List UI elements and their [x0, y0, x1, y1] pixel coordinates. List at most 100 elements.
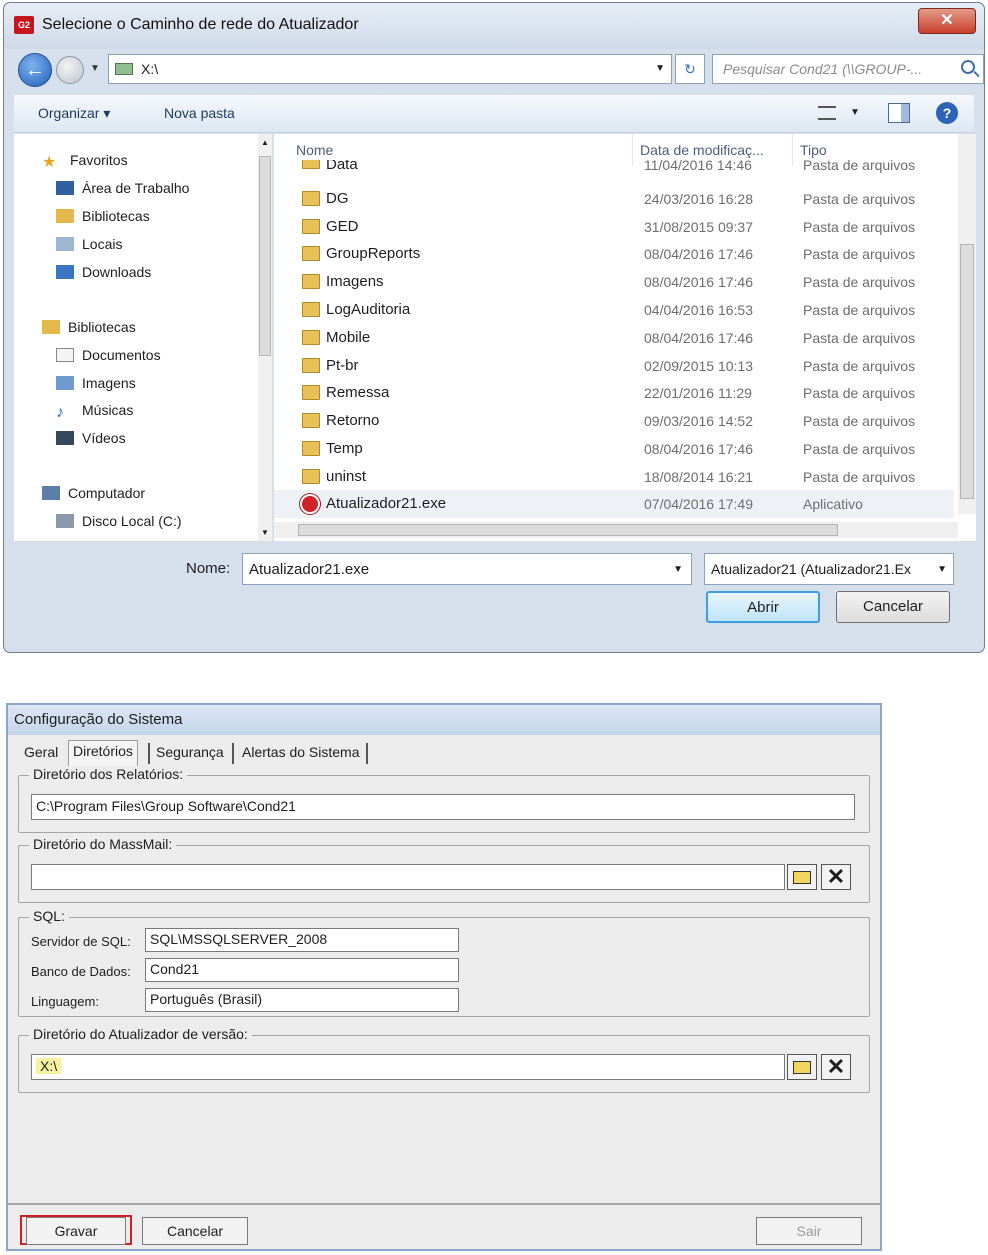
language-input[interactable]: Português (Brasil) — [145, 988, 459, 1012]
command-toolbar: Organizar ▾ Nova pasta ▼ ? — [14, 95, 974, 133]
table-row-selected[interactable]: Atualizador21.exe 07/04/2016 17:49 Aplicat… — [274, 490, 954, 518]
clear-button[interactable]: ✕ — [821, 1054, 851, 1080]
exit-button[interactable]: Sair — [756, 1217, 862, 1245]
reports-directory-input[interactable]: C:\Program Files\Group Software\Cond21 — [31, 794, 855, 820]
nav-local-disk[interactable]: Disco Local (C:) — [56, 513, 182, 537]
scroll-up-icon[interactable]: ▲ — [261, 138, 269, 147]
file-date: 11/04/2016 14:46 — [644, 160, 752, 173]
nav-documents[interactable]: Documentos — [56, 347, 161, 371]
nav-libraries[interactable]: Bibliotecas — [42, 319, 136, 343]
search-input[interactable]: Pesquisar Cond21 (\\GROUP-... — [712, 54, 984, 84]
file-type: Pasta de arquivos — [803, 274, 916, 290]
tab-diretorios[interactable]: Diretórios — [68, 740, 138, 766]
sql-server-label: Servidor de SQL: — [31, 934, 131, 949]
scroll-thumb[interactable] — [259, 156, 271, 356]
nav-libraries-fav[interactable]: Bibliotecas — [56, 208, 150, 232]
organize-menu[interactable]: Organizar ▾ — [38, 105, 110, 122]
nav-label: Área de Trabalho — [82, 180, 190, 196]
chevron-down-icon[interactable]: ▼ — [673, 564, 683, 575]
scroll-thumb[interactable] — [298, 524, 838, 536]
history-dropdown-icon[interactable]: ▼ — [90, 63, 100, 74]
table-row[interactable]: Remessa 22/01/2016 11:29 Pasta de arquivos — [274, 379, 954, 407]
file-type: Aplicativo — [803, 496, 863, 512]
nav-downloads[interactable]: Downloads — [56, 264, 151, 288]
updater-directory-input[interactable]: X:\ — [31, 1054, 785, 1080]
tab-divider — [232, 743, 234, 764]
preview-pane-icon[interactable] — [888, 103, 910, 123]
database-input[interactable]: Cond21 — [145, 958, 459, 982]
file-type: Pasta de arquivos — [803, 302, 916, 318]
tab-geral[interactable]: Geral — [20, 742, 62, 764]
back-button[interactable]: ← — [18, 53, 52, 87]
browse-folder-button[interactable] — [787, 864, 817, 890]
browse-folder-button[interactable] — [787, 1054, 817, 1080]
nav-music[interactable]: ♪ Músicas — [56, 402, 133, 426]
help-icon[interactable]: ? — [936, 102, 958, 124]
views-dropdown-icon[interactable]: ▼ — [850, 107, 860, 118]
file-type-filter[interactable]: Atualizador21 (Atualizador21.Ex ▼ — [704, 553, 954, 585]
file-date: 08/04/2016 17:46 — [644, 274, 753, 290]
massmail-directory-input[interactable] — [31, 864, 785, 890]
chevron-down-icon[interactable]: ▼ — [655, 63, 665, 74]
nav-favorites[interactable]: ★ Favoritos — [42, 152, 128, 176]
file-name: uninst — [326, 468, 367, 485]
cancel-button[interactable]: Cancelar — [142, 1217, 248, 1245]
nav-videos[interactable]: Vídeos — [56, 430, 126, 454]
reports-directory-label: Diretório dos Relatórios: — [29, 766, 188, 782]
nav-label: Vídeos — [82, 430, 126, 446]
file-name: DG — [326, 190, 349, 207]
save-button[interactable]: Gravar — [26, 1217, 126, 1245]
file-date: 24/03/2016 16:28 — [644, 191, 753, 207]
open-button[interactable]: Abrir — [706, 591, 820, 623]
table-row[interactable]: Retorno 09/03/2016 14:52 Pasta de arquivos — [274, 407, 954, 435]
table-row[interactable]: LogAuditoria 04/04/2016 16:53 Pasta de arq… — [274, 296, 954, 324]
column-header-type[interactable]: Tipo — [800, 142, 827, 158]
clear-button[interactable]: ✕ — [821, 864, 851, 890]
forward-button[interactable] — [56, 56, 84, 84]
file-type: Pasta de arquivos — [803, 469, 916, 485]
chevron-down-icon[interactable]: ▼ — [937, 564, 947, 575]
tab-divider — [148, 743, 150, 764]
new-folder-button[interactable]: Nova pasta — [164, 105, 235, 121]
title-bar: G2 Selecione o Caminho de rede do Atuali… — [4, 3, 984, 49]
cancel-button[interactable]: Cancelar — [836, 591, 950, 623]
table-row[interactable]: GroupReports 08/04/2016 17:46 Pasta de arq… — [274, 240, 954, 268]
nav-scrollbar[interactable]: ▲ ▼ — [258, 134, 272, 541]
desktop-icon — [56, 181, 74, 195]
file-name-input[interactable]: Atualizador21.exe ▼ — [242, 553, 692, 585]
address-input[interactable]: X:\ ▼ — [108, 54, 672, 84]
table-row[interactable]: uninst 18/08/2014 16:21 Pasta de arquivos — [274, 463, 954, 491]
file-name-value: Atualizador21.exe — [249, 561, 370, 578]
table-row[interactable]: Temp 08/04/2016 17:46 Pasta de arquivos — [274, 435, 954, 463]
views-icon[interactable] — [818, 106, 836, 120]
database-label: Banco de Dados: — [31, 964, 131, 979]
file-list-horizontal-scrollbar[interactable] — [274, 522, 958, 538]
search-icon[interactable] — [961, 60, 975, 74]
nav-computer[interactable]: Computador — [42, 485, 145, 509]
close-button[interactable]: ✕ — [918, 8, 976, 34]
table-row[interactable]: DG 24/03/2016 16:28 Pasta de arquivos — [274, 185, 954, 213]
nav-label: Favoritos — [70, 152, 128, 168]
tab-seguranca[interactable]: Segurança — [152, 742, 228, 764]
table-row[interactable]: Imagens 08/04/2016 17:46 Pasta de arquivos — [274, 268, 954, 296]
file-list-vertical-scrollbar[interactable] — [958, 134, 976, 514]
column-header-date[interactable]: Data de modificaç... — [640, 142, 764, 158]
nav-places[interactable]: Locais — [56, 236, 122, 260]
folder-icon — [302, 274, 320, 289]
file-date: 09/03/2016 14:52 — [644, 413, 753, 429]
table-row[interactable]: Mobile 08/04/2016 17:46 Pasta de arquivos — [274, 324, 954, 352]
nav-label: Bibliotecas — [82, 208, 150, 224]
updater-directory-group: Diretório do Atualizador de versão: X:\ … — [18, 1026, 870, 1093]
nav-pictures[interactable]: Imagens — [56, 375, 136, 399]
table-row[interactable]: Data 11/04/2016 14:46 Pasta de arquivos — [274, 160, 954, 176]
nav-desktop[interactable]: Área de Trabalho — [56, 180, 189, 204]
scroll-down-icon[interactable]: ▼ — [261, 528, 269, 537]
column-header-name[interactable]: Nome — [296, 142, 333, 158]
table-row[interactable]: GED 31/08/2015 09:37 Pasta de arquivos — [274, 213, 954, 241]
refresh-icon[interactable]: ↻ — [675, 54, 705, 84]
sql-server-input[interactable]: SQL\MSSQLSERVER_2008 — [145, 928, 459, 952]
sql-group: SQL: Servidor de SQL: SQL\MSSQLSERVER_20… — [18, 908, 870, 1017]
table-row[interactable]: Pt-br 02/09/2015 10:13 Pasta de arquivos — [274, 352, 954, 380]
scroll-thumb[interactable] — [960, 244, 974, 499]
tab-alertas[interactable]: Alertas do Sistema — [238, 742, 364, 764]
